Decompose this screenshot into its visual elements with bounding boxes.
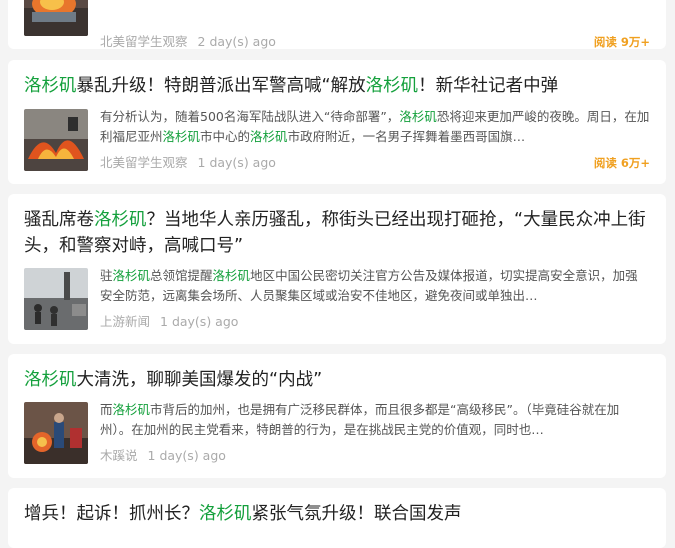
- article-source: 上游新闻: [100, 314, 151, 329]
- keyword-highlight: 洛杉矶: [112, 268, 151, 283]
- article-snippet: 驻洛杉矶总领馆提醒洛杉矶地区中国公民密切关注官方公告及媒体报道，切实提高安全意识…: [100, 266, 650, 306]
- keyword-highlight: 洛杉矶: [162, 129, 201, 144]
- article-row: ICE 强配洛杉矶周五，在 ICE 在洛杉矶多区行动后，警方向警方发射防暴喷雾，…: [24, 0, 650, 49]
- article-title[interactable]: 骚乱席卷洛杉矶？当地华人亲历骚乱，称街头已经出现打砸抢，“大量民众冲上街头，和警…: [24, 207, 650, 259]
- text-segment: 而: [100, 402, 113, 417]
- article-thumbnail: [24, 109, 88, 171]
- article-source: 北美留学生观察: [100, 34, 188, 49]
- text-segment: 骚乱席卷: [24, 210, 94, 230]
- text-segment: 驻: [100, 268, 113, 283]
- text-segment: 大清洗，聊聊美国爆发的“内战”: [76, 370, 323, 390]
- protest-image: [24, 402, 88, 464]
- fire-car-image: [24, 0, 88, 36]
- keyword-highlight: 洛杉矶: [212, 268, 251, 283]
- text-segment: 紧张气氛升级！联合国发声: [251, 504, 462, 524]
- article-thumbnail: [24, 268, 88, 330]
- article-snippet: 而洛杉矶市背后的加州，也是拥有广泛移民群体，而且很多都是“高级移民”。（毕竟硅谷…: [100, 400, 650, 440]
- keyword-highlight: 洛杉矶: [112, 402, 151, 417]
- article-card[interactable]: 增兵！起诉！抓州长？洛杉矶紧张气氛升级！联合国发声: [8, 488, 666, 548]
- keyword-highlight: 洛杉矶: [365, 76, 419, 96]
- keyword-highlight: 洛杉矶: [399, 109, 437, 124]
- article-thumbnail: [24, 0, 88, 36]
- keyword-highlight: 洛杉矶: [199, 504, 252, 524]
- keyword-highlight: 洛杉矶: [149, 0, 187, 1]
- article-row: 而洛杉矶市背后的加州，也是拥有广泛移民群体，而且很多都是“高级移民”。（毕竟硅谷…: [24, 402, 650, 464]
- text-segment: 周五，在 ICE 在: [187, 0, 278, 1]
- keyword-highlight: 洛杉矶: [250, 129, 288, 144]
- read-count: 阅读 6万+: [593, 156, 650, 170]
- text-segment: 市中心的: [200, 129, 251, 144]
- keyword-highlight: 洛杉矶: [24, 370, 77, 390]
- article-meta: 木蹊说 1 day(s) ago: [100, 448, 226, 464]
- text-segment: 多区行动后，警方向警方发射防暴喷雾，抗议…: [315, 0, 578, 1]
- article-title[interactable]: 洛杉矶大清洗，聊聊美国爆发的“内战”: [24, 367, 650, 393]
- article-time: 2 day(s) ago: [197, 34, 276, 49]
- keyword-highlight: 洛杉矶: [24, 76, 77, 96]
- text-segment: 总领馆提醒: [150, 268, 213, 283]
- article-source: 木蹊说: [100, 448, 138, 463]
- text-segment: 暴乱升级！特朗普派出军警高喊“解放: [76, 76, 366, 96]
- text-segment: ICE 强配: [100, 0, 149, 1]
- article-row: 驻洛杉矶总领馆提醒洛杉矶地区中国公民密切关注官方公告及媒体报道，切实提高安全意识…: [24, 268, 650, 330]
- article-source: 北美留学生观察: [100, 155, 188, 170]
- article-snippet: 有分析认为，随着500名海军陆战队进入“待命部署”，洛杉矶恐将迎来更加严峻的夜晚…: [100, 107, 650, 147]
- text-segment: 市政府附近，一名男子挥舞着墨西哥国旗…: [287, 129, 526, 144]
- keyword-highlight: 洛杉矶: [278, 0, 316, 1]
- article-meta: 上游新闻 1 day(s) ago: [100, 314, 238, 330]
- article-title[interactable]: 洛杉矶暴乱升级！特朗普派出军警高喊“解放洛杉矶！新华社记者中弹: [24, 73, 650, 99]
- article-title[interactable]: 增兵！起诉！抓州长？洛杉矶紧张气氛升级！联合国发声: [24, 501, 650, 527]
- article-card[interactable]: 骚乱席卷洛杉矶？当地华人亲历骚乱，称街头已经出现打砸抢，“大量民众冲上街头，和警…: [8, 194, 666, 344]
- article-meta: 北美留学生观察 2 day(s) ago: [100, 34, 276, 49]
- riot-fire-image: [24, 109, 88, 171]
- text-segment: 市背后的加州，也是拥有广泛移民群体，而且很多都是“高级移民”。（毕竟硅谷就在加州…: [100, 402, 620, 437]
- text-segment: 有分析认为，随着500名海军陆战队进入“待命部署”，: [100, 109, 400, 124]
- article-card[interactable]: 洛杉矶大清洗，聊聊美国爆发的“内战” 而洛杉矶市背后的加州，也是拥有广泛移民群体…: [8, 354, 666, 478]
- text-segment: ！新华社记者中弹: [418, 76, 559, 96]
- article-time: 1 day(s) ago: [147, 448, 226, 463]
- keyword-highlight: 洛杉矶: [94, 210, 147, 230]
- read-count: 阅读 9万+: [593, 35, 650, 49]
- article-row: 有分析认为，随着500名海军陆战队进入“待命部署”，洛杉矶恐将迎来更加严峻的夜晚…: [24, 109, 650, 171]
- article-snippet: ICE 强配洛杉矶周五，在 ICE 在洛杉矶多区行动后，警方向警方发射防暴喷雾，…: [100, 0, 650, 4]
- article-card[interactable]: ICE 强配洛杉矶周五，在 ICE 在洛杉矶多区行动后，警方向警方发射防暴喷雾，…: [8, 0, 666, 49]
- article-card[interactable]: 洛杉矶暴乱升级！特朗普派出军警高喊“解放洛杉矶！新华社记者中弹 有分析认为，随着…: [8, 60, 666, 184]
- article-meta: 北美留学生观察 1 day(s) ago: [100, 155, 276, 171]
- article-time: 1 day(s) ago: [160, 314, 239, 329]
- article-time: 1 day(s) ago: [197, 155, 276, 170]
- text-segment: 增兵！起诉！抓州长？: [24, 504, 199, 524]
- article-thumbnail: [24, 402, 88, 464]
- street-crowd-image: [24, 268, 88, 330]
